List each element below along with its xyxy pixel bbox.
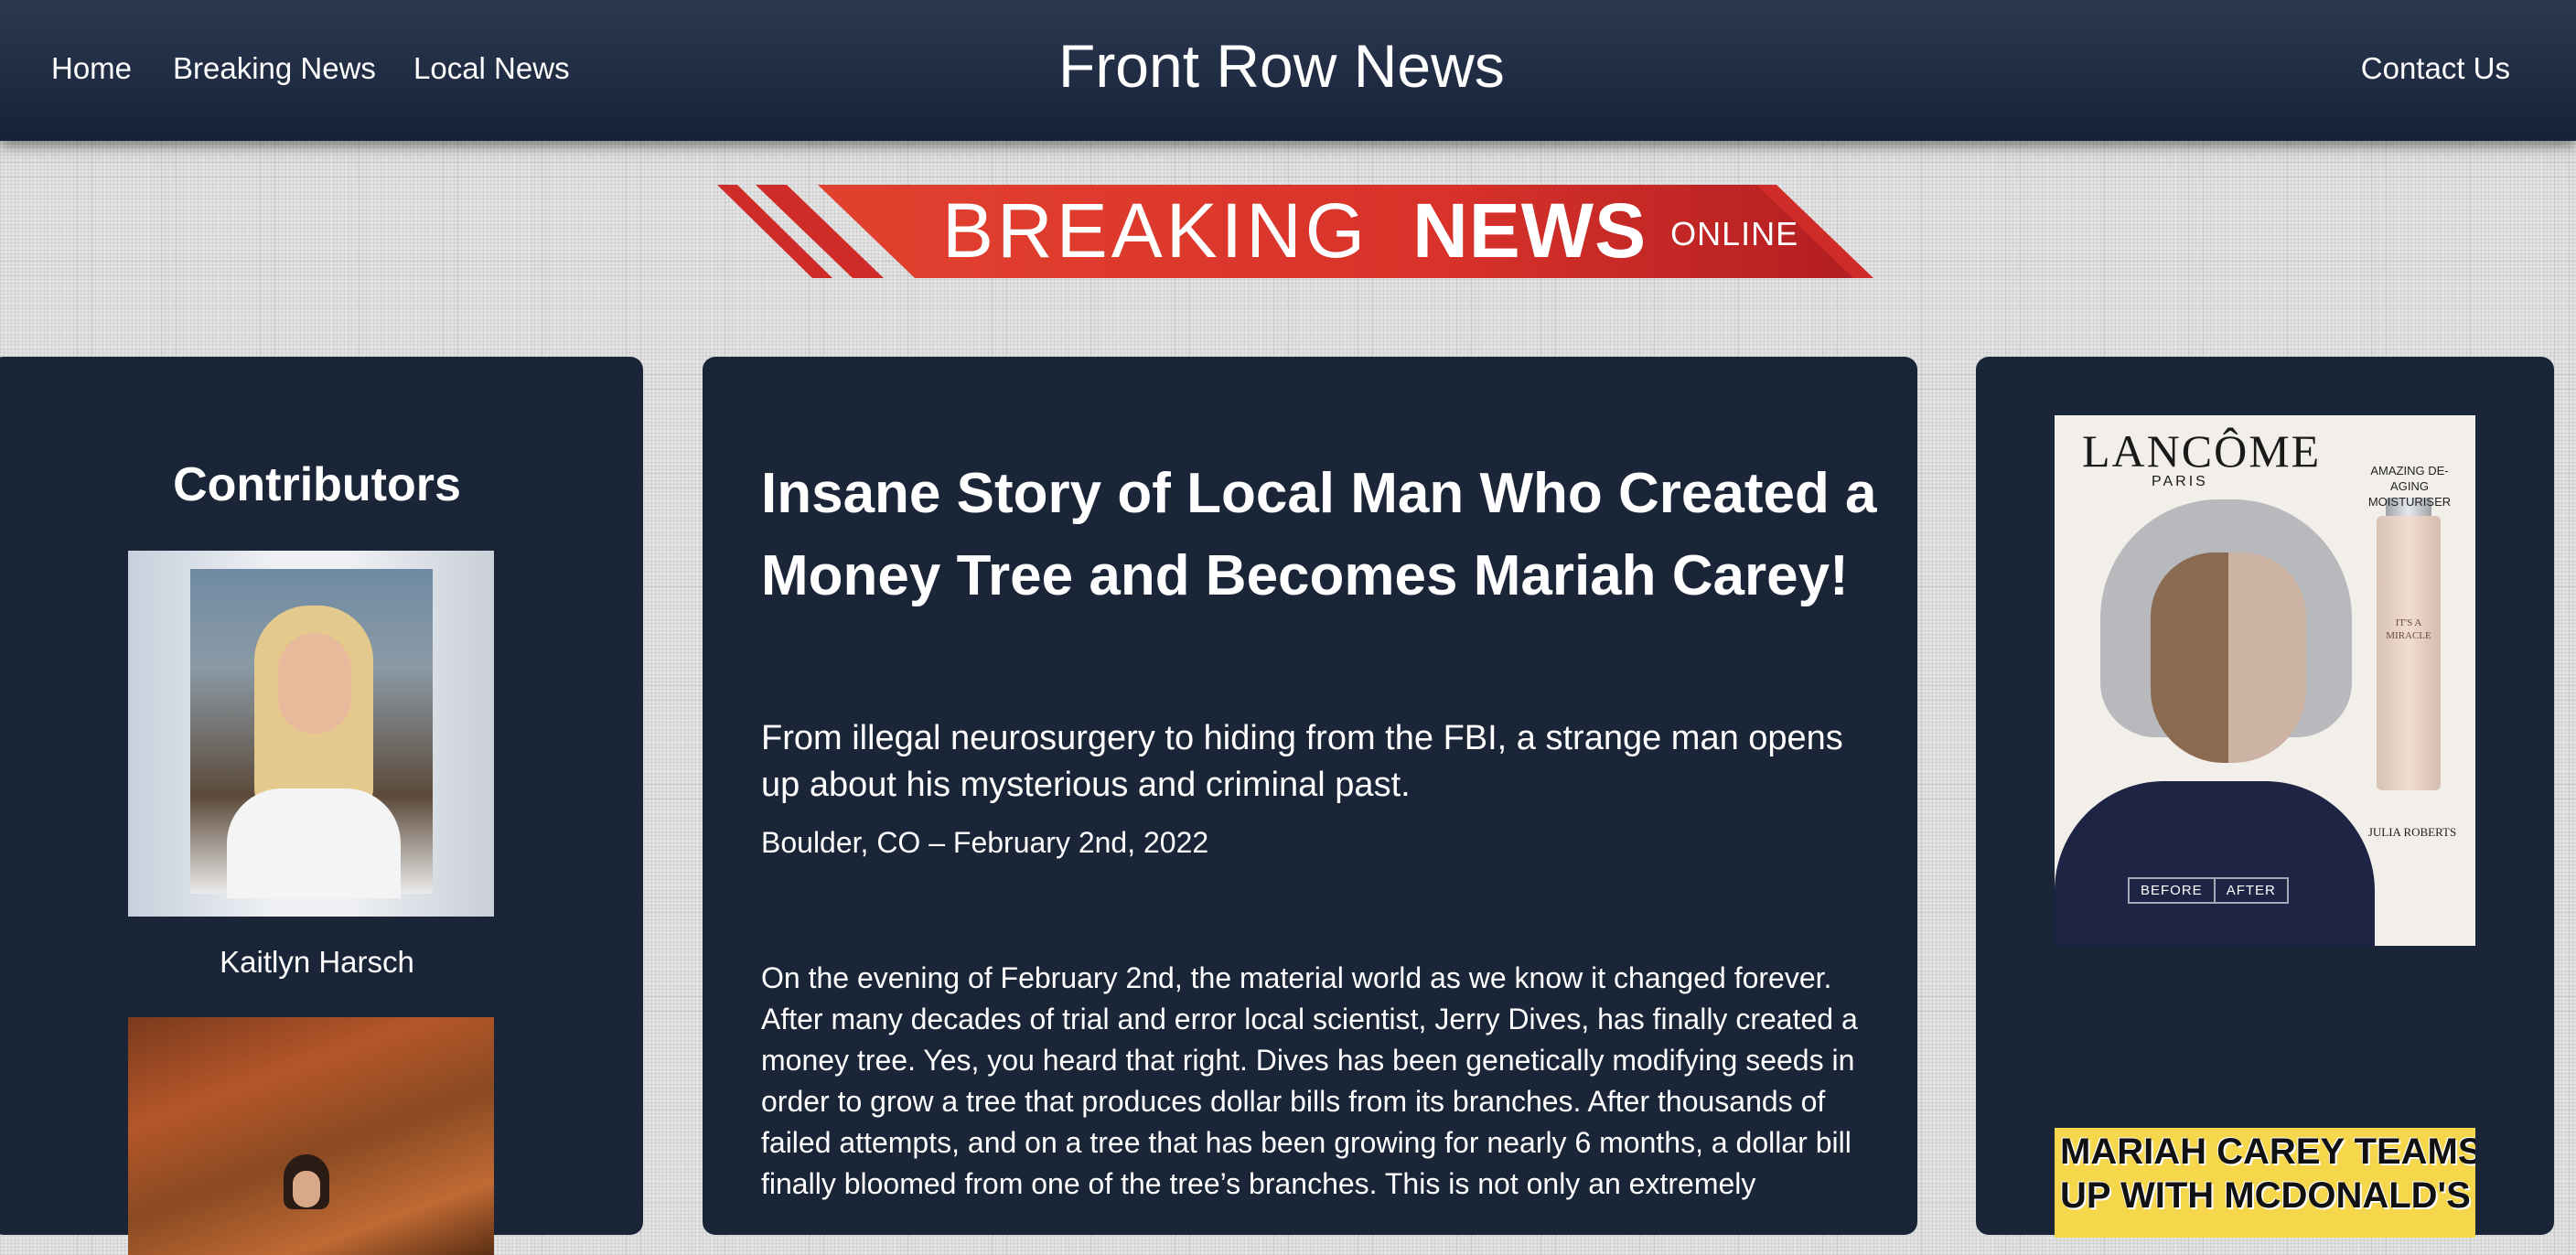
contributor-portrait [190, 569, 433, 898]
ad-bottle: IT'S A MIRACLE [2377, 516, 2441, 790]
contributor-photo[interactable] [128, 551, 494, 917]
ad-headline-line1: MARIAH CAREY TEAMS [2060, 1132, 2475, 1172]
ad-headline-line2: UP WITH MCDONALD'S [2060, 1175, 2471, 1216]
banner-word-breaking: BREAKING [942, 187, 1369, 274]
contributors-heading: Contributors [173, 458, 461, 511]
top-navbar: Home Breaking News Local News Front Row … [0, 0, 2576, 141]
ad-bottle-label: IT'S A MIRACLE [2386, 617, 2431, 641]
ad-brand-city: PARIS [2152, 474, 2208, 489]
contributors-panel: Contributors Kaitlyn Harsch [0, 357, 643, 1255]
ad-after-label: AFTER [2213, 879, 2287, 902]
portrait-face [293, 1171, 320, 1207]
ad-brand-logo: LANCÔME [2082, 425, 2322, 477]
ad-celebrity-name: JULIA ROBERTS [2367, 825, 2457, 839]
mariah-mcdonalds-ad[interactable]: MARIAH CAREY TEAMS UP WITH MCDONALD'S [2055, 1128, 2475, 1238]
ads-panel: IT'S A MIRACLE LANCÔME PARIS AMAZING DE-… [1976, 357, 2554, 1238]
banner-text: BREAKING NEWS ONLINE [942, 188, 1798, 274]
ad-tagline: AMAZING DE-AGING MOISTURISER [2367, 464, 2452, 509]
ad-headline: MARIAH CAREY TEAMS UP WITH MCDONALD'S [2060, 1130, 2475, 1217]
article-headline: Insane Story of Local Man Who Created a … [761, 462, 1877, 607]
article-body: On the evening of February 2nd, the mate… [761, 961, 1858, 1200]
article-dateline: Boulder, CO – February 2nd, 2022 [761, 826, 1209, 859]
nav-local-news-link[interactable]: Local News [413, 51, 570, 86]
banner-word-news: NEWS [1412, 187, 1648, 274]
lancome-ad[interactable]: IT'S A MIRACLE LANCÔME PARIS AMAZING DE-… [2055, 415, 2475, 946]
portrait-face [278, 633, 351, 734]
ad-before-after-label: BEFORE AFTER [2128, 877, 2289, 904]
contributor-name[interactable]: Kaitlyn Harsch [0, 945, 643, 980]
site-title[interactable]: Front Row News [1058, 31, 1505, 101]
article-panel: Insane Story of Local Man Who Created a … [703, 357, 1917, 1235]
ad-before-label: BEFORE [2141, 883, 2203, 898]
contributor-photo[interactable] [128, 1017, 494, 1255]
article-subhead: From illegal neurosurgery to hiding from… [761, 719, 1843, 804]
portrait-shirt [227, 788, 401, 898]
nav-contact-link[interactable]: Contact Us [2361, 51, 2510, 86]
banner-word-online: ONLINE [1670, 215, 1799, 252]
nav-home-link[interactable]: Home [51, 51, 132, 86]
nav-breaking-news-link[interactable]: Breaking News [173, 51, 376, 86]
ad-model-shirt [2055, 781, 2375, 946]
